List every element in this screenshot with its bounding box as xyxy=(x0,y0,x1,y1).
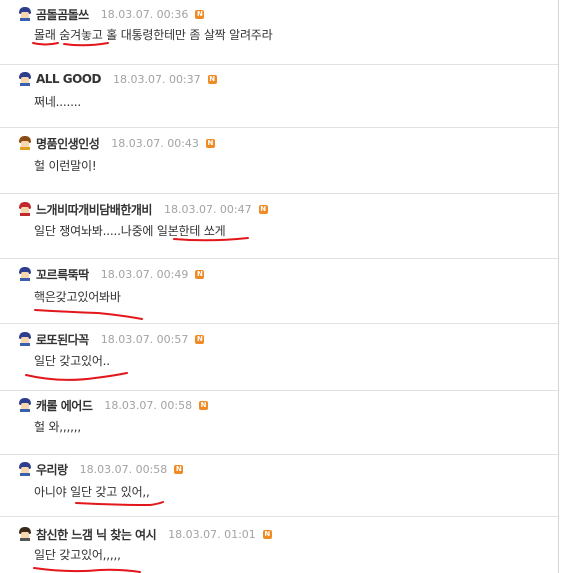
comment-text: 몰래 숨겨놓고 홀 대통령한테만 좀 살짝 알려주라 xyxy=(34,28,273,42)
comment-item: 우리랑 18.03.07. 00:58 N 아니야 일단 갖고 있어,, xyxy=(0,455,558,517)
comment-item: 참신한 느갬 닉 찾는 여시 18.03.07. 01:01 N 일단 갖고있어… xyxy=(0,517,558,573)
comment-nickname[interactable]: 명품인생인성 xyxy=(36,135,100,152)
comment-date: 18.03.07. 00:43 xyxy=(111,136,199,150)
comment-text: 일단 갖고있어.. xyxy=(34,354,110,368)
comment-item: ALL GOOD 18.03.07. 00:37 N 쩌네....... xyxy=(0,65,558,128)
new-badge-icon: N xyxy=(258,204,268,214)
new-badge-icon: N xyxy=(205,138,215,148)
comment-item: 곰돌곰돌쓰 18.03.07. 00:36 N 몰래 숨겨놓고 홀 대통령한테만… xyxy=(0,0,558,65)
comment-date: 18.03.07. 01:01 xyxy=(168,527,256,541)
user-avatar-icon xyxy=(18,136,32,150)
comment-text: 헐 이런말이! xyxy=(34,159,97,173)
comment-item: 로또된다꼭 18.03.07. 00:57 N 일단 갖고있어.. xyxy=(0,324,558,391)
comment-text: 일단 쟁여놔봐.....나중에 일본한테 쏘게 xyxy=(34,224,226,238)
new-badge-icon: N xyxy=(174,464,184,474)
comment-text: 헐 와,,,,,, xyxy=(34,420,81,434)
comment-nickname[interactable]: 우리랑 xyxy=(36,461,68,478)
comment-date: 18.03.07. 00:57 xyxy=(100,332,189,346)
new-badge-icon: N xyxy=(195,269,205,279)
user-avatar-icon xyxy=(18,267,32,281)
comment-nickname[interactable]: 캐롤 에어드 xyxy=(36,397,93,414)
comment-date: 18.03.07. 00:47 xyxy=(163,202,252,216)
comment-item: 느개비따개비담배한개비 18.03.07. 00:47 N 일단 쟁여놔봐...… xyxy=(0,194,558,259)
comment-item: 꼬르륵뚝딱 18.03.07. 00:49 N 핵은갖고있어봐바 xyxy=(0,259,558,324)
user-avatar-icon xyxy=(18,332,32,346)
new-badge-icon: N xyxy=(195,9,205,19)
comment-date: 18.03.07. 00:36 xyxy=(100,7,189,21)
comment-nickname[interactable]: ALL GOOD xyxy=(36,72,101,86)
comment-nickname[interactable]: 로또된다꼭 xyxy=(36,331,89,348)
user-avatar-icon xyxy=(18,398,32,412)
user-avatar-icon xyxy=(18,72,32,86)
user-avatar-icon xyxy=(18,527,32,541)
comment-date: 18.03.07. 00:49 xyxy=(100,267,189,281)
comment-date: 18.03.07. 00:58 xyxy=(79,462,168,476)
comment-nickname[interactable]: 꼬르륵뚝딱 xyxy=(36,266,89,283)
comment-text: 핵은갖고있어봐바 xyxy=(34,290,121,304)
user-avatar-icon xyxy=(18,202,32,216)
comment-text: 쩌네....... xyxy=(34,95,81,109)
comment-nickname[interactable]: 곰돌곰돌쓰 xyxy=(36,6,89,23)
comment-item: 명품인생인성 18.03.07. 00:43 N 헐 이런말이! xyxy=(0,128,558,194)
user-avatar-icon xyxy=(18,462,32,476)
new-badge-icon: N xyxy=(262,529,272,539)
comment-text: 일단 갖고있어,,,,, xyxy=(34,548,121,562)
comment-list: 곰돌곰돌쓰 18.03.07. 00:36 N 몰래 숨겨놓고 홀 대통령한테만… xyxy=(0,0,559,573)
comment-nickname[interactable]: 참신한 느갬 닉 찾는 여시 xyxy=(36,526,157,543)
new-badge-icon: N xyxy=(195,334,205,344)
comment-text: 아니야 일단 갖고 있어,, xyxy=(34,485,150,499)
comment-item: 캐롤 에어드 18.03.07. 00:58 N 헐 와,,,,,, xyxy=(0,391,558,455)
comment-date: 18.03.07. 00:37 xyxy=(112,72,201,86)
new-badge-icon: N xyxy=(199,400,209,410)
user-avatar-icon xyxy=(18,7,32,21)
new-badge-icon: N xyxy=(207,74,217,84)
comment-date: 18.03.07. 00:58 xyxy=(104,398,193,412)
comment-nickname[interactable]: 느개비따개비담배한개비 xyxy=(36,201,152,218)
